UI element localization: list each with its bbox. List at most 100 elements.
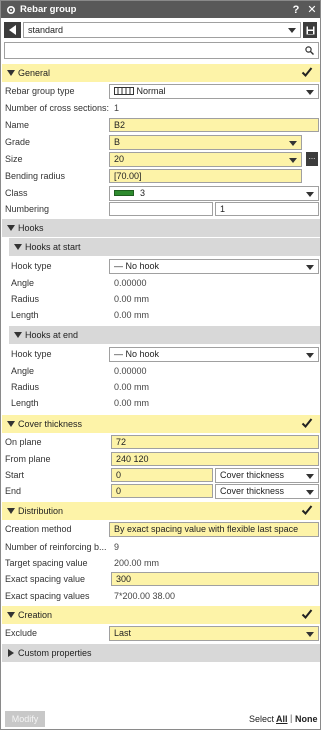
from-plane-input[interactable]: 240 120 <box>111 452 319 466</box>
checkmark-icon[interactable] <box>301 608 313 620</box>
section-hooks-at-end[interactable]: Hooks at end <box>9 326 320 344</box>
field-label: Hook type <box>11 261 52 271</box>
start-mode-select[interactable]: Cover thickness <box>215 468 319 483</box>
exact-spacing-input[interactable]: 300 <box>111 572 319 586</box>
hook-type-start-value: — No hook <box>114 261 160 271</box>
end-mode-select[interactable]: Cover thickness <box>215 484 319 499</box>
row-angle-end: Angle 0.00000 <box>1 363 320 380</box>
name-input[interactable]: B2 <box>109 118 319 132</box>
field-label: Radius <box>11 294 40 304</box>
section-title: Cover thickness <box>18 419 83 429</box>
section-hooks[interactable]: Hooks <box>2 219 320 237</box>
section-general[interactable]: General <box>2 64 320 82</box>
collapse-arrow-icon <box>7 225 15 231</box>
row-class: Class 3 <box>1 185 320 202</box>
preset-row: standard <box>4 22 319 38</box>
section-title: Hooks at start <box>25 242 81 252</box>
numbering-start-input[interactable]: 1 <box>215 202 319 216</box>
checkmark-icon[interactable] <box>301 504 313 516</box>
field-label: Grade <box>5 137 31 147</box>
row-bending-radius: Bending radius [70.00] <box>1 168 320 185</box>
section-title: Custom properties <box>18 648 92 658</box>
class-select[interactable]: 3 <box>109 186 319 201</box>
on-plane-input[interactable]: 72 <box>111 435 319 449</box>
grade-select[interactable]: B <box>109 135 302 150</box>
section-creation[interactable]: Creation <box>2 606 320 624</box>
field-value: 0.00 mm <box>114 382 150 392</box>
chevron-down-icon <box>306 474 314 479</box>
bending-radius-input[interactable]: [70.00] <box>109 169 302 183</box>
exclude-select[interactable]: Last <box>109 626 319 641</box>
row-hook-type-start: Hook type — No hook <box>1 258 320 275</box>
size-value: 20 <box>114 154 125 164</box>
field-value: 1 <box>114 103 120 113</box>
search-input[interactable] <box>4 42 319 59</box>
title-bar: Rebar group ? ✕ <box>1 1 320 18</box>
row-exact-spacing: Exact spacing value 300 <box>1 571 320 588</box>
field-value: 0.00000 <box>114 278 147 288</box>
row-num-cross-sections: Number of cross sections: 1 <box>1 100 320 117</box>
collapse-arrow-icon <box>14 332 22 338</box>
triangle-left-icon <box>8 25 16 35</box>
field-value: 0.00 mm <box>114 398 150 408</box>
preset-select[interactable]: standard <box>23 22 301 38</box>
chevron-down-icon <box>306 192 314 197</box>
field-label: Angle <box>11 278 35 288</box>
size-select[interactable]: 20 <box>109 152 302 167</box>
checkmark-icon[interactable] <box>301 66 313 78</box>
row-target-spacing: Target spacing value 200.00 mm <box>1 555 320 572</box>
section-hooks-at-start[interactable]: Hooks at start <box>9 238 320 256</box>
select-none-link[interactable]: None <box>295 714 318 724</box>
section-title: Distribution <box>18 506 64 516</box>
creation-method-select[interactable]: By exact spacing value with flexible las… <box>109 522 319 537</box>
section-title: Creation <box>18 610 53 620</box>
field-label: Creation method <box>5 524 72 534</box>
row-on-plane: On plane 72 <box>1 434 320 451</box>
chevron-down-icon <box>306 265 314 270</box>
search-icon <box>305 46 314 55</box>
separator: | <box>290 713 293 723</box>
checkmark-icon[interactable] <box>301 417 313 429</box>
help-icon[interactable]: ? <box>288 1 304 18</box>
rebar-group-type-select[interactable]: Normal <box>109 84 319 99</box>
section-distribution[interactable]: Distribution <box>2 502 320 520</box>
end-mode-value: Cover thickness <box>220 486 285 496</box>
grade-value: B <box>114 137 121 147</box>
hook-type-end-select[interactable]: — No hook <box>109 347 319 362</box>
section-cover-thickness[interactable]: Cover thickness <box>2 415 320 433</box>
close-icon[interactable]: ✕ <box>304 1 320 18</box>
row-end: End 0 Cover thickness <box>1 483 320 500</box>
end-input[interactable]: 0 <box>111 484 213 498</box>
back-button[interactable] <box>4 22 21 38</box>
collapse-arrow-icon <box>7 421 15 427</box>
expand-arrow-icon <box>8 649 14 657</box>
field-label: On plane <box>5 437 42 447</box>
row-length-end: Length 0.00 mm <box>1 395 320 412</box>
size-browse-button[interactable]: ... <box>306 152 318 166</box>
select-all-link[interactable]: All <box>276 714 288 724</box>
row-exclude: Exclude Last <box>1 625 320 642</box>
preset-value: standard <box>28 25 64 35</box>
field-label: Size <box>5 154 23 164</box>
chevron-down-icon <box>289 141 297 146</box>
save-button[interactable] <box>303 22 317 38</box>
field-label: Name <box>5 120 30 130</box>
section-custom-properties[interactable]: Custom properties <box>2 644 320 662</box>
field-label: Radius <box>11 382 40 392</box>
row-hook-type-end: Hook type — No hook <box>1 346 320 363</box>
modify-button[interactable]: Modify <box>5 711 45 727</box>
numbering-prefix-input[interactable] <box>109 202 213 216</box>
chevron-down-icon <box>306 632 314 637</box>
window-title: Rebar group <box>20 4 77 15</box>
chevron-down-icon <box>288 28 296 33</box>
collapse-arrow-icon <box>7 70 15 76</box>
field-label: Exact spacing value <box>5 574 86 584</box>
section-title: Hooks at end <box>25 330 79 340</box>
field-value: 9 <box>114 542 120 552</box>
field-label: Class <box>5 188 28 198</box>
hook-type-end-value: — No hook <box>114 349 160 359</box>
field-label: Number of reinforcing b... <box>5 542 107 552</box>
start-input[interactable]: 0 <box>111 468 213 482</box>
hook-type-start-select[interactable]: — No hook <box>109 259 319 274</box>
row-radius-start: Radius 0.00 mm <box>1 291 320 308</box>
